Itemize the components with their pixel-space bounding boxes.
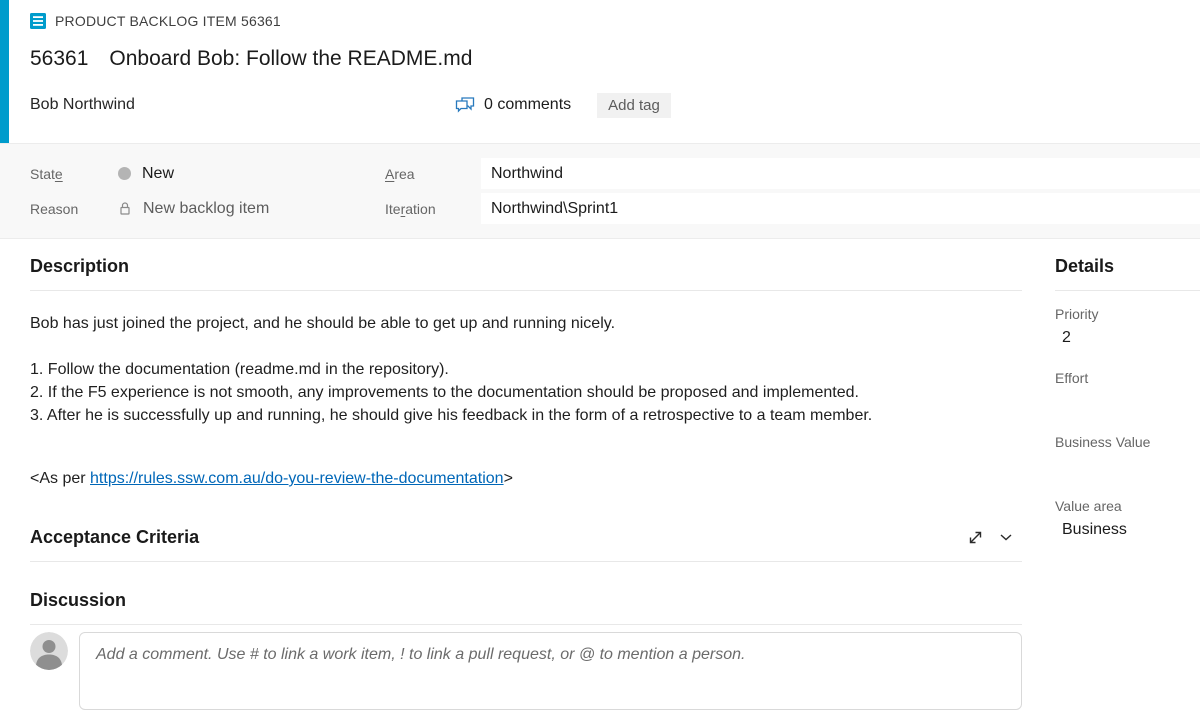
chevron-down-icon[interactable] (1000, 534, 1012, 541)
description-list: 1. Follow the documentation (readme.md i… (30, 358, 1022, 427)
description-link-line: <As per https://rules.ssw.com.au/do-you-… (30, 467, 1022, 490)
state-label: State (30, 166, 118, 182)
comment-input[interactable]: Add a comment. Use # to link a work item… (79, 632, 1022, 710)
work-item-type-label: PRODUCT BACKLOG ITEM 56361 (55, 13, 281, 29)
state-reason-column: State New Reason New backlog item (30, 158, 385, 224)
business-value-label: Business Value (1055, 434, 1200, 450)
title-row: 56361 Onboard Bob: Follow the README.md (30, 47, 1200, 71)
section-divider (30, 624, 1022, 625)
iteration-label: Iteration (385, 201, 481, 217)
description-list-item: 2. If the F5 experience is not smooth, a… (30, 381, 1022, 404)
documentation-link[interactable]: https://rules.ssw.com.au/do-you-review-t… (90, 470, 504, 487)
discussion-heading: Discussion (30, 590, 1022, 611)
state-value: New (142, 165, 174, 183)
details-field-value-area: Value area Business (1055, 498, 1200, 547)
state-row: State New (30, 158, 385, 189)
priority-label: Priority (1055, 306, 1200, 322)
discussion-section: Discussion Add a comment. Use # to link … (30, 590, 1022, 710)
acceptance-criteria-section: Acceptance Criteria (30, 527, 1022, 562)
link-prefix: <As per (30, 470, 90, 487)
area-row: Area Northwind (385, 158, 1200, 189)
add-tag-button[interactable]: Add tag (597, 93, 671, 118)
area-iteration-column: Area Northwind Iteration Northwind\Sprin… (385, 158, 1200, 224)
type-row: PRODUCT BACKLOG ITEM 56361 (30, 11, 1200, 31)
work-item-type-color-bar (0, 0, 9, 143)
reason-value: New backlog item (143, 200, 269, 218)
details-panel: Details Priority 2 Effort Business Value… (1055, 239, 1200, 710)
priority-value[interactable]: 2 (1055, 329, 1200, 355)
section-divider (30, 290, 1022, 291)
description-list-item: 1. Follow the documentation (readme.md i… (30, 358, 1022, 381)
comment-row: Add a comment. Use # to link a work item… (30, 632, 1022, 710)
comments-button[interactable]: 0 comments (455, 96, 571, 114)
avatar (30, 632, 68, 670)
description-list-item: 3. After he is successfully up and runni… (30, 404, 1022, 427)
details-field-effort: Effort (1055, 370, 1200, 419)
iteration-row: Iteration Northwind\Sprint1 (385, 193, 1200, 224)
description-body[interactable]: Bob has just joined the project, and he … (30, 312, 1022, 490)
description-heading: Description (30, 256, 1022, 277)
state-band: State New Reason New backlog item (0, 143, 1200, 239)
area-input[interactable]: Northwind (481, 158, 1200, 189)
product-backlog-item-icon (30, 13, 46, 29)
effort-value[interactable] (1055, 393, 1200, 419)
expand-icon[interactable] (967, 529, 984, 546)
work-item-id: 56361 (30, 47, 88, 71)
area-label: Area (385, 166, 481, 182)
reason-label: Reason (30, 201, 118, 217)
effort-label: Effort (1055, 370, 1200, 386)
details-field-priority: Priority 2 (1055, 306, 1200, 355)
meta-row: Bob Northwind 0 comments Add tag (30, 91, 1200, 119)
business-value-value[interactable] (1055, 457, 1200, 483)
work-item-title[interactable]: Onboard Bob: Follow the README.md (109, 47, 472, 71)
content-area: Description Bob has just joined the proj… (0, 239, 1200, 710)
details-field-business-value: Business Value (1055, 434, 1200, 483)
comments-icon (455, 97, 475, 114)
section-divider (30, 561, 1022, 562)
assignee-field[interactable]: Bob Northwind (30, 96, 455, 114)
reason-field: New backlog item (118, 200, 269, 218)
section-divider (1055, 290, 1200, 291)
acceptance-criteria-header: Acceptance Criteria (30, 527, 1022, 548)
acceptance-criteria-heading: Acceptance Criteria (30, 527, 199, 548)
value-area-value[interactable]: Business (1055, 521, 1200, 547)
value-area-label: Value area (1055, 498, 1200, 514)
iteration-input[interactable]: Northwind\Sprint1 (481, 193, 1200, 224)
work-item-form: PRODUCT BACKLOG ITEM 56361 56361 Onboard… (0, 0, 1200, 710)
description-section: Description Bob has just joined the proj… (30, 256, 1022, 490)
reason-row: Reason New backlog item (30, 193, 385, 224)
main-column: Description Bob has just joined the proj… (30, 239, 1022, 710)
description-intro: Bob has just joined the project, and he … (30, 312, 1022, 335)
acceptance-criteria-controls (967, 529, 1022, 546)
link-suffix: > (504, 470, 513, 487)
lock-icon (118, 201, 132, 216)
state-dot-icon (118, 167, 131, 180)
work-item-header: PRODUCT BACKLOG ITEM 56361 56361 Onboard… (0, 0, 1200, 143)
comments-count-label: 0 comments (484, 96, 571, 114)
state-dropdown[interactable]: New (118, 165, 174, 183)
details-heading: Details (1055, 256, 1200, 277)
